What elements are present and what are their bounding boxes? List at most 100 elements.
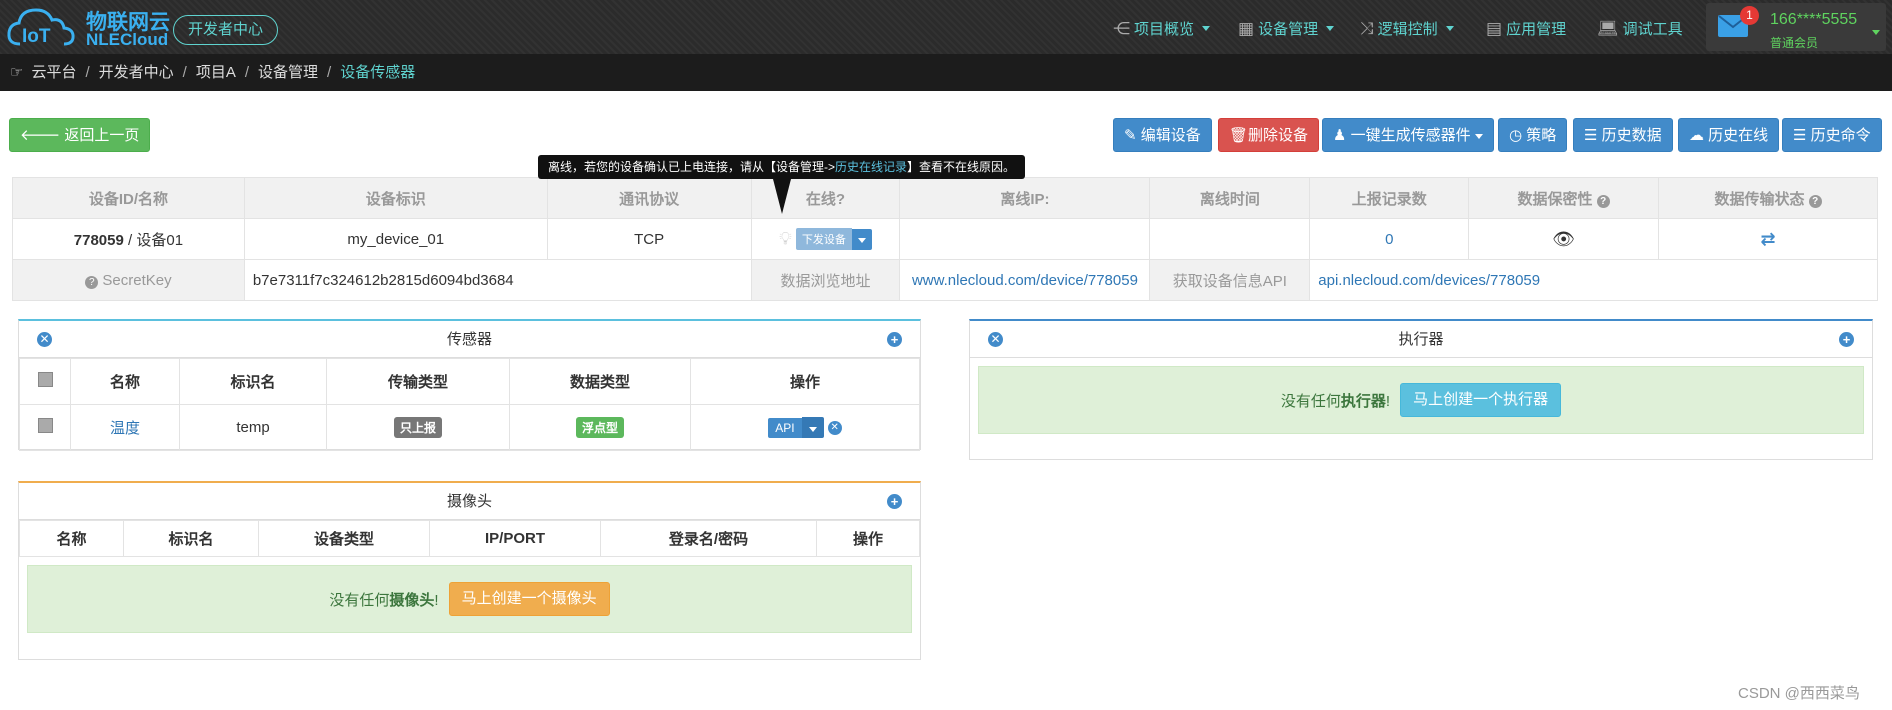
delete-sensor-icon[interactable]: ✕ xyxy=(827,420,842,435)
add-actuator-icon[interactable]: + xyxy=(1839,332,1854,347)
api-url-link[interactable]: api.nlecloud.com/devices/778059 xyxy=(1318,272,1540,289)
select-all-checkbox[interactable] xyxy=(37,372,53,387)
list-icon: ☰ xyxy=(1793,127,1807,144)
collapse-icon[interactable]: ✕ xyxy=(988,332,1003,347)
tooltip-link[interactable]: 历史在线记录 xyxy=(835,160,907,174)
history-command-button[interactable]: ☰ 历史命令 xyxy=(1782,118,1882,152)
actuator-panel-header: ✕ 执行器 + xyxy=(970,321,1872,358)
offline-ip xyxy=(899,218,1151,260)
help-icon[interactable]: ? xyxy=(1596,194,1610,208)
header-label: 数据传输状态 xyxy=(1714,190,1805,208)
api-url-label: 获取设备信息API xyxy=(1149,259,1311,301)
cloud-icon: ☁ xyxy=(1689,127,1704,144)
history-online-button[interactable]: ☁ 历史在线 xyxy=(1678,118,1780,152)
device-name: / 设备01 xyxy=(123,231,184,249)
record-count[interactable]: 0 xyxy=(1385,231,1393,248)
sensor-table: 名称 标识名 传输类型 数据类型 操作 温度 temp 只上报 浮点型 API … xyxy=(19,358,920,451)
header-cell: 标识名 xyxy=(123,520,259,557)
user-menu[interactable]: 1 166****5555 普通会员 xyxy=(1706,3,1886,51)
delete-device-button[interactable]: 🗑︎删除设备 xyxy=(1218,118,1320,152)
actuator-panel-title: 执行器 xyxy=(1398,331,1444,348)
nav-label: 设备管理 xyxy=(1258,21,1319,38)
dev-center-button[interactable]: 开发者中心 xyxy=(173,15,279,45)
header-cell: 设备标识 xyxy=(243,177,548,219)
trans-type-label: 只上报 xyxy=(393,417,442,438)
privacy-cell: 👁︎ xyxy=(1468,218,1660,260)
breadcrumb-item[interactable]: 设备管理 xyxy=(258,54,318,91)
nav-logic-control[interactable]: ⤨ 逻辑控制 xyxy=(1360,18,1454,39)
breadcrumb-item[interactable]: 项目A xyxy=(196,54,236,91)
send-device-button[interactable]: 下发设备 xyxy=(795,228,852,250)
device-protocol: TCP xyxy=(546,218,752,260)
nav-label: 应用管理 xyxy=(1506,21,1567,38)
breadcrumb-item[interactable]: 开发者中心 xyxy=(99,54,174,91)
back-button[interactable]: 🡐 返回上一页 xyxy=(9,118,151,152)
sensor-tag: temp xyxy=(179,404,327,451)
cloud-logo-icon[interactable]: IoT xyxy=(6,4,86,50)
secret-key-label-cell: ? SecretKey xyxy=(12,259,245,301)
pencil-icon: ✎ xyxy=(1124,127,1137,144)
watermark: CSDN @西西菜鸟 xyxy=(1738,685,1860,702)
create-camera-button[interactable]: 马上创建一个摄像头 xyxy=(448,582,610,616)
generate-label: 一键生成传感器件 xyxy=(1350,127,1471,144)
create-actuator-button[interactable]: 马上创建一个执行器 xyxy=(1400,383,1562,417)
api-button[interactable]: API xyxy=(768,417,802,438)
app-icon: ▤ xyxy=(1486,18,1503,38)
caret-down-icon xyxy=(1202,26,1211,31)
generate-sensors-button[interactable]: ♟ 一键生成传感器件 xyxy=(1322,118,1494,152)
add-camera-icon[interactable]: + xyxy=(887,494,902,509)
clock-icon: ◷ xyxy=(1509,127,1523,144)
camera-panel: 摄像头 + 名称 标识名 设备类型 IP/PORT 登录名/密码 操作 没有任何… xyxy=(18,481,921,660)
tooltip-arrow xyxy=(773,179,791,214)
record-count-link[interactable]: 0 xyxy=(1309,218,1470,260)
transfer-icon[interactable]: ⇄ xyxy=(1760,229,1775,249)
notification-badge: 1 xyxy=(1740,6,1759,25)
nav-app-management[interactable]: ▤ 应用管理 xyxy=(1486,18,1566,39)
nav-label: 逻辑控制 xyxy=(1377,21,1438,38)
caret-down-icon xyxy=(1872,30,1880,35)
breadcrumb: ☞ 云平台 / 开发者中心 / 项目A / 设备管理 / 设备传感器 xyxy=(0,54,1892,91)
nav-device-management[interactable]: ▦ 设备管理 xyxy=(1238,18,1335,39)
history-data-button[interactable]: ☰ 历史数据 xyxy=(1573,118,1673,152)
header-cell: 名称 xyxy=(19,520,124,557)
browse-url-cell: www.nlecloud.com/device/778059 xyxy=(899,259,1151,301)
delete-label: 删除设备 xyxy=(1248,127,1309,144)
user-name: 166****5555 xyxy=(1770,11,1858,28)
actuator-panel: ✕ 执行器 + 没有任何执行器! 马上创建一个执行器 xyxy=(969,319,1873,460)
trans-type-cell: 只上报 xyxy=(326,404,510,451)
send-dropdown-toggle[interactable] xyxy=(851,228,872,250)
sensor-panel-header: ✕ 传感器 + xyxy=(19,321,920,358)
nav-debug-tools[interactable]: 💻︎ 调试工具 xyxy=(1597,18,1683,39)
list-icon: ☰ xyxy=(1584,127,1598,144)
trash-icon: 🗑︎ xyxy=(1229,127,1249,144)
add-sensor-icon[interactable]: + xyxy=(887,332,902,347)
strategy-button[interactable]: ◷ 策略 xyxy=(1498,118,1568,152)
camera-panel-header: 摄像头 + xyxy=(19,483,920,520)
header-cell: 操作 xyxy=(816,520,920,557)
browse-url-link[interactable]: www.nlecloud.com/device/778059 xyxy=(912,272,1138,289)
header-cell: 通讯协议 xyxy=(546,177,752,219)
caret-down-icon xyxy=(1445,26,1454,31)
collapse-icon[interactable]: ✕ xyxy=(37,332,52,347)
eye-icon[interactable]: 👁︎ xyxy=(1552,229,1575,249)
transfer-cell: ⇄ xyxy=(1658,218,1878,260)
edit-device-button[interactable]: ✎ 编辑设备 xyxy=(1113,118,1212,152)
lightbulb-icon: 💡︎ xyxy=(779,228,792,249)
sensor-panel-title: 传感器 xyxy=(446,331,492,348)
sensor-name-link[interactable]: 温度 xyxy=(110,420,140,437)
tooltip-text: 】查看不在线原因。 xyxy=(907,160,1016,174)
camera-empty-alert: 没有任何摄像头! 马上创建一个摄像头 xyxy=(27,565,912,633)
device-info-table: 设备ID/名称 设备标识 通讯协议 在线? 离线IP: 离线时间 上报记录数 数… xyxy=(12,177,1878,301)
help-icon[interactable]: ? xyxy=(1808,194,1822,208)
shuffle-icon: ⤨ xyxy=(1360,18,1374,38)
tooltip-text: 离线，若您的设备确认已上电连接，请从【设备管理-> xyxy=(548,160,836,174)
help-icon[interactable]: ? xyxy=(85,275,99,289)
online-cell: 💡︎ 下发设备 xyxy=(750,218,901,260)
user-role: 普通会员 xyxy=(1770,36,1819,50)
row-checkbox[interactable] xyxy=(37,418,53,433)
api-dropdown-toggle[interactable] xyxy=(801,417,824,438)
history-command-label: 历史命令 xyxy=(1810,127,1871,144)
strategy-label: 策略 xyxy=(1526,127,1557,144)
nav-project-overview[interactable]: ⋲ 项目概览 xyxy=(1113,18,1211,39)
breadcrumb-item[interactable]: 云平台 xyxy=(31,54,76,91)
